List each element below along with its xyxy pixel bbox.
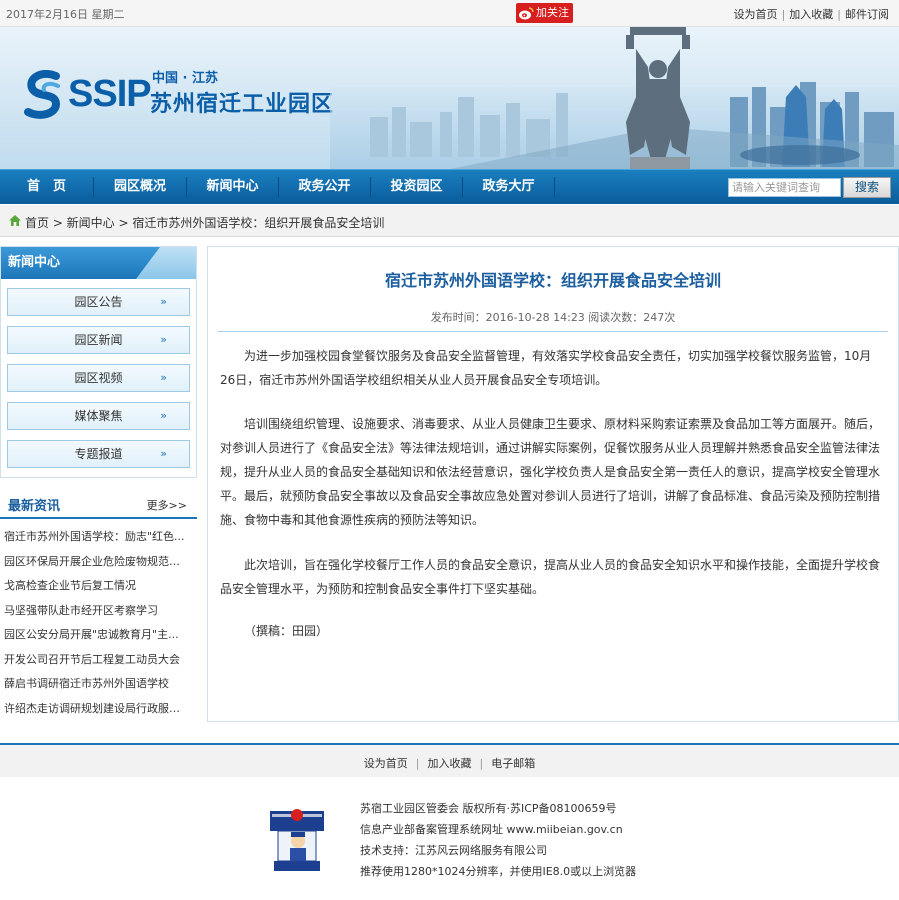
sidebar-latest-news: 最新资讯 更多>> 宿迁市苏州外国语学校：励志"红色... 园区环保局开展企业危… — [0, 487, 197, 722]
chevron-right-icon: » — [160, 371, 167, 384]
list-item[interactable]: 园区公安分局开展"忠诚教育月"主... — [0, 623, 190, 648]
logo-wordmark: SSIP — [68, 73, 152, 115]
article-paragraph: 为进一步加强校园食堂餐饮服务及食品安全监督管理，有效落实学校食品安全责任，切实加… — [220, 349, 872, 387]
article-title: 宿迁市苏州外国语学校：组织开展食品安全培训 — [384, 271, 721, 290]
ssip-logo-icon — [24, 70, 61, 119]
weibo-icon — [519, 7, 534, 20]
list-item[interactable]: 开发公司召开节后工程复工动员大会 — [0, 648, 190, 673]
home-icon — [9, 215, 21, 226]
article-meta: 发布时间：2016-10-28 14:23 阅读次数：247次 — [430, 311, 676, 324]
sidebar-item-label: 专题报道 — [74, 447, 123, 461]
main-nav: 首 页 园区概况 新闻中心 政务公开 投资园区 政务大厅 请输入关键词查询 搜索 — [0, 169, 899, 204]
footer-add-favorite-link[interactable]: 加入收藏 — [428, 757, 472, 770]
sidebar-item-label: 媒体聚焦 — [74, 409, 123, 423]
nav-divider — [554, 177, 555, 197]
divider: | — [479, 757, 484, 770]
site-title: 苏州宿迁工业园区 — [150, 92, 335, 117]
footer-links: 设为首页 | 加入收藏 | 电子邮箱 — [0, 755, 899, 771]
sidebar-news-title: 新闻中心 — [8, 255, 61, 270]
nav-home[interactable]: 首 页 — [0, 170, 93, 204]
list-item[interactable]: 园区环保局开展企业危险废物规范化... — [0, 550, 190, 575]
chevron-right-icon: » — [160, 409, 167, 422]
city-skyline-illustration — [330, 27, 899, 169]
sidebar-news-center: 新闻中心 园区公告 » 园区新闻 » 园区视频 » 媒体聚焦 » 专题报道 » — [0, 246, 197, 478]
latest-news-header: 最新资讯 更多>> — [0, 487, 197, 519]
list-item[interactable]: 薛启书调研宿迁市苏州外国语学校 — [0, 672, 190, 697]
header-banner: SSIP 中国 · 江苏 苏州宿迁工业园区 — [0, 27, 899, 169]
list-item[interactable]: 马坚强带队赴市经开区考察学习 — [0, 599, 190, 624]
divider: | — [781, 8, 786, 21]
add-favorite-link[interactable]: 加入收藏 — [789, 8, 833, 21]
footer-links-bar: 设为首页 | 加入收藏 | 电子邮箱 — [0, 743, 899, 777]
chevron-right-icon: » — [160, 447, 167, 460]
footer-set-homepage-link[interactable]: 设为首页 — [364, 757, 408, 770]
sidebar-item-park-video[interactable]: 园区视频 » — [7, 364, 190, 392]
header-decoration — [136, 247, 196, 279]
search-input[interactable]: 请输入关键词查询 — [728, 178, 841, 197]
sidebar-item-label: 园区视频 — [74, 371, 123, 385]
article-panel: 宿迁市苏州外国语学校：组织开展食品安全培训 发布时间：2016-10-28 14… — [207, 246, 899, 722]
logo-subtitle: 中国 · 江苏 — [152, 71, 218, 86]
article-author: （撰稿：田园） — [244, 624, 329, 638]
browser-recommendation: 推荐使用1280*1024分辨率，并使用IE8.0或以上浏览器 — [360, 865, 637, 878]
breadcrumb-text[interactable]: 首页 > 新闻中心 > 宿迁市苏州外国语学校：组织开展食品安全培训 — [25, 214, 384, 231]
sidebar-item-label: 园区新闻 — [74, 333, 123, 347]
latest-news-title: 最新资讯 — [8, 499, 61, 514]
nav-service-hall[interactable]: 政务大厅 — [463, 170, 554, 204]
icp-link-text: 信息产业部备案管理系统网址 www.miibeian.gov.cn — [360, 823, 623, 836]
divider: | — [837, 8, 841, 21]
search-button[interactable]: 搜索 — [843, 177, 891, 198]
follow-label: 加关注 — [536, 6, 569, 19]
sidebar-item-special-reports[interactable]: 专题报道 » — [7, 440, 190, 468]
latest-news-list: 宿迁市苏州外国语学校：励志"红色... 园区环保局开展企业危险废物规范化... … — [0, 519, 197, 721]
list-item[interactable]: 许绍杰走访调研规划建设局行政服务... — [0, 697, 190, 722]
nav-invest[interactable]: 投资园区 — [371, 170, 462, 204]
nav-park-overview[interactable]: 园区概况 — [94, 170, 186, 204]
nav-news-center[interactable]: 新闻中心 — [187, 170, 278, 204]
chevron-right-icon: » — [160, 295, 167, 308]
nav-government-affairs[interactable]: 政务公开 — [279, 170, 370, 204]
divider — [218, 331, 888, 332]
footer-email-link[interactable]: 电子邮箱 — [491, 757, 535, 770]
article-paragraph: 此次培训，旨在强化学校餐厅工作人员的食品安全意识，提高从业人员的食品安全知识水平… — [220, 558, 881, 596]
more-link[interactable]: 更多>> — [147, 497, 187, 513]
current-date: 2017年2月16日 星期二 — [6, 8, 125, 21]
sidebar-item-label: 园区公告 — [74, 295, 123, 309]
list-item[interactable]: 宿迁市苏州外国语学校：励志"红色... — [0, 525, 190, 550]
footer-info: 苏宿工业园区管委会 版权所有·苏ICP备08100659号 信息产业部备案管理系… — [360, 798, 636, 882]
email-subscribe-link[interactable]: 邮件订阅 — [845, 8, 889, 21]
list-item[interactable]: 戈高检查企业节后复工情况 — [0, 574, 190, 599]
article-paragraph: 培训围绕组织管理、设施要求、消毒要求、从业人员健康卫生要求、原材料采购索证索票及… — [220, 417, 881, 527]
sidebar-news-header: 新闻中心 — [1, 247, 196, 279]
tech-support-text: 技术支持：江苏风云网络服务有限公司 — [360, 844, 547, 857]
divider: | — [415, 757, 420, 770]
chevron-right-icon: » — [160, 333, 167, 346]
weibo-follow-button[interactable]: 加关注 — [516, 3, 573, 23]
top-links: 设为首页 | 加入收藏 | 邮件订阅 — [734, 6, 889, 22]
sidebar-item-media-focus[interactable]: 媒体聚焦 » — [7, 402, 190, 430]
cyber-police-badge-icon[interactable] — [268, 805, 326, 873]
sidebar-item-park-announcements[interactable]: 园区公告 » — [7, 288, 190, 316]
top-bar: 2017年2月16日 星期二 加关注 设为首页 | 加入收藏 | 邮件订阅 — [0, 0, 899, 27]
breadcrumb: 首页 > 新闻中心 > 宿迁市苏州外国语学校：组织开展食品安全培训 — [0, 205, 899, 237]
sidebar-item-park-news[interactable]: 园区新闻 » — [7, 326, 190, 354]
set-homepage-link[interactable]: 设为首页 — [734, 8, 778, 21]
copyright-text: 苏宿工业园区管委会 版权所有·苏ICP备08100659号 — [360, 802, 617, 815]
